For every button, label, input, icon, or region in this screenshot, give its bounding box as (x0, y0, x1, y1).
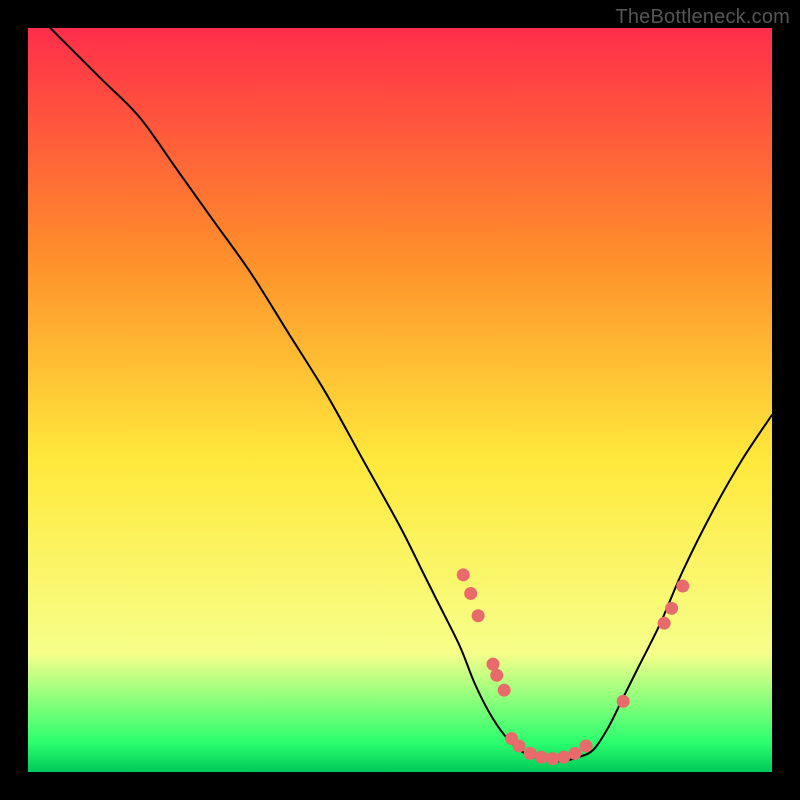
curve-dot (546, 752, 559, 765)
curve-dot (617, 695, 630, 708)
chart-svg (28, 28, 772, 772)
curve-dot (580, 739, 593, 752)
curve-dot (557, 751, 570, 764)
curve-dot (464, 587, 477, 600)
curve-dot (513, 739, 526, 752)
curve-dot (658, 617, 671, 630)
chart-frame: TheBottleneck.com (0, 0, 800, 800)
curve-dot (665, 602, 678, 615)
curve-dot (498, 684, 511, 697)
curve-dot (487, 658, 500, 671)
curve-dot (676, 580, 689, 593)
curve-dot (457, 568, 470, 581)
gradient-background (28, 28, 772, 772)
curve-dot (535, 751, 548, 764)
curve-dot (524, 747, 537, 760)
curve-dot (568, 747, 581, 760)
curve-dot (490, 669, 503, 682)
plot-area (28, 28, 772, 772)
watermark-text: TheBottleneck.com (615, 6, 790, 29)
curve-dot (472, 609, 485, 622)
